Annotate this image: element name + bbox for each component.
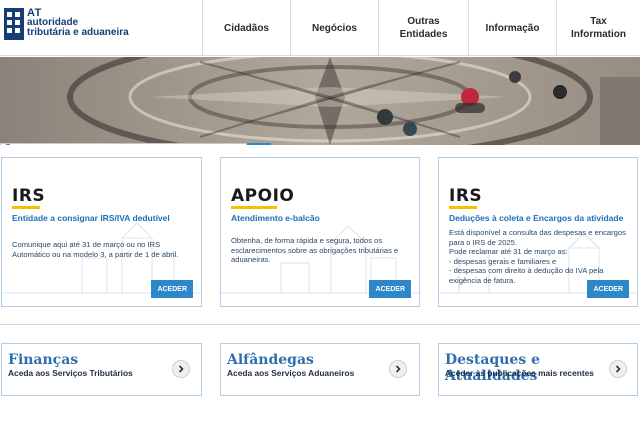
card-subtitle[interactable]: Atendimento e-balcão	[231, 213, 320, 223]
main-nav: Cidadãos Negócios Outras Entidades Inform…	[202, 0, 640, 56]
nav-item-outras-entidades[interactable]: Outras Entidades	[378, 0, 468, 56]
hero-banner	[0, 57, 640, 145]
link-subtitle: Aceda aos Serviços Aduaneiros	[227, 368, 355, 378]
hero-image	[0, 57, 640, 145]
link-destaques[interactable]: Destaques e Atualidades Aceder às public…	[438, 343, 638, 396]
card-apoio: APOIO Atendimento e-balcão Obtenha, de f…	[220, 157, 420, 307]
link-title: Finanças	[8, 352, 79, 368]
search-input[interactable]	[0, 143, 247, 145]
nav-item-tax-information[interactable]: Tax Information	[556, 0, 640, 56]
logo-line-3: tributária e aduaneira	[27, 27, 129, 38]
section-divider	[0, 324, 640, 325]
nav-item-informacao[interactable]: Informação	[468, 0, 556, 56]
site-header: AT autoridade tributária e aduaneira Cid…	[0, 0, 640, 56]
nav-item-negocios[interactable]: Negócios	[290, 0, 378, 56]
chevron-right-icon[interactable]	[172, 360, 190, 378]
title-underline	[231, 206, 277, 209]
link-title: Alfândegas	[227, 352, 314, 368]
card-title: IRS	[12, 186, 46, 206]
card-body: Comunique aqui até 31 de março ou no IRS…	[12, 240, 179, 259]
card-irs-consignar: IRS Entidade a consignar IRS/IVA dedutív…	[1, 157, 202, 307]
title-underline	[449, 206, 477, 209]
at-emblem-icon	[4, 8, 24, 40]
aceder-button[interactable]: ACEDER	[369, 280, 411, 298]
link-financas[interactable]: Finanças Aceda aos Serviços Tributários	[1, 343, 202, 396]
card-irs-deducoes: IRS Deduções à coleta e Encargos da ativ…	[438, 157, 638, 307]
aceder-button[interactable]: ACEDER	[151, 280, 193, 298]
aceder-button[interactable]: ACEDER	[587, 280, 629, 298]
card-title: IRS	[449, 186, 483, 206]
chevron-right-icon[interactable]	[609, 360, 627, 378]
link-alfandegas[interactable]: Alfândegas Aceda aos Serviços Aduaneiros	[220, 343, 420, 396]
title-underline	[12, 206, 40, 209]
nav-item-cidadaos[interactable]: Cidadãos	[202, 0, 290, 56]
card-body: Obtenha, de forma rápida e segura, todos…	[231, 236, 399, 265]
at-logo[interactable]: AT autoridade tributária e aduaneira	[4, 8, 129, 40]
search-button[interactable]	[5, 143, 271, 145]
card-subtitle[interactable]: Entidade a consignar IRS/IVA dedutível	[12, 213, 170, 223]
link-subtitle: Aceda aos Serviços Tributários	[8, 368, 133, 378]
link-subtitle: Aceder às publicações mais recentes	[445, 368, 594, 378]
card-subtitle[interactable]: Deduções à coleta e Encargos da atividad…	[449, 213, 623, 223]
card-title: APOIO	[231, 186, 295, 206]
search-bar	[0, 143, 271, 145]
chevron-right-icon[interactable]	[389, 360, 407, 378]
card-body: Está disponível a consulta das despesas …	[449, 228, 626, 285]
search-icon	[5, 144, 11, 145]
